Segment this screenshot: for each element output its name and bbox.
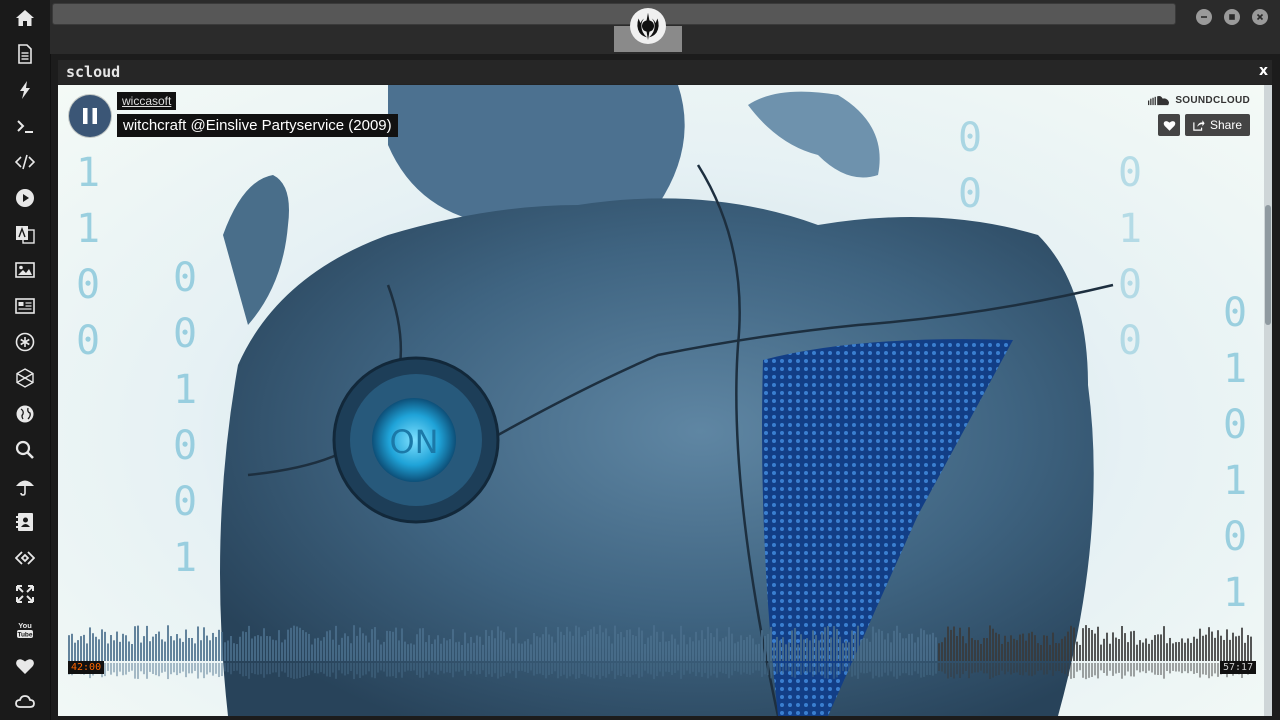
minimize-icon[interactable] <box>1196 9 1212 25</box>
soundcloud-icon <box>1148 96 1170 106</box>
close-icon[interactable] <box>1252 9 1268 25</box>
translate-icon[interactable] <box>13 222 37 246</box>
robot-illustration: ON <box>220 85 1114 716</box>
lightning-icon[interactable] <box>13 78 37 102</box>
on-button-label: ON <box>389 423 438 461</box>
track-artwork: 1 1 0 0 0 0 1 0 0 1 0 1 0 0 0 0 0 1 0 1 … <box>58 85 1264 716</box>
sidebar: You Tube <box>0 0 51 720</box>
expand-icon[interactable] <box>13 582 37 606</box>
artist-link[interactable]: wiccasoft <box>117 92 177 110</box>
code-icon[interactable] <box>13 150 37 174</box>
globe-icon[interactable] <box>13 402 37 426</box>
document-icon[interactable] <box>13 42 37 66</box>
waveform[interactable] <box>68 625 1253 695</box>
heart-icon <box>1163 120 1175 131</box>
like-button[interactable] <box>1158 114 1180 136</box>
svg-text:You: You <box>18 621 32 630</box>
heart-icon[interactable] <box>13 654 37 678</box>
track-title[interactable]: witchcraft @Einslive Partyservice (2009) <box>117 114 398 137</box>
total-time: 57:17 <box>1220 661 1257 674</box>
search-icon[interactable] <box>13 438 37 462</box>
terminal-icon[interactable] <box>13 114 37 138</box>
play-circle-icon[interactable] <box>13 186 37 210</box>
code-brackets-icon[interactable] <box>13 546 37 570</box>
newspaper-icon[interactable] <box>13 294 37 318</box>
scrollbar-thumb[interactable] <box>1265 205 1271 325</box>
rebel-alliance-icon[interactable] <box>630 8 666 44</box>
scloud-window: scloud x 1 1 0 0 0 0 1 0 0 1 0 1 0 0 0 0… <box>58 60 1272 716</box>
asterisk-icon[interactable] <box>13 330 37 354</box>
maximize-icon[interactable] <box>1224 9 1240 25</box>
share-button[interactable]: Share <box>1184 114 1250 136</box>
pause-icon <box>83 108 97 124</box>
pause-button[interactable] <box>69 95 111 137</box>
image-icon[interactable] <box>13 258 37 282</box>
vertical-scrollbar[interactable] <box>1264 85 1272 716</box>
home-icon[interactable] <box>13 6 37 30</box>
share-icon <box>1193 120 1205 131</box>
current-time: 42:00 <box>68 661 105 674</box>
address-bar[interactable] <box>52 3 1176 25</box>
youtube-icon[interactable]: You Tube <box>13 618 37 642</box>
window-titlebar[interactable]: scloud x <box>58 60 1272 84</box>
share-label: Share <box>1209 118 1242 132</box>
svg-text:Tube: Tube <box>17 632 32 639</box>
soundcloud-logo[interactable]: SOUNDCLOUD <box>1148 95 1250 106</box>
window-close-button[interactable]: x <box>1259 63 1268 79</box>
window-title: scloud <box>66 63 121 81</box>
hexagon-icon[interactable] <box>13 366 37 390</box>
umbrella-icon[interactable] <box>13 474 37 498</box>
top-bar <box>50 0 1280 54</box>
soundcloud-brand: SOUNDCLOUD <box>1175 95 1250 106</box>
cloud-icon[interactable] <box>13 690 37 714</box>
contacts-icon[interactable] <box>13 510 37 534</box>
